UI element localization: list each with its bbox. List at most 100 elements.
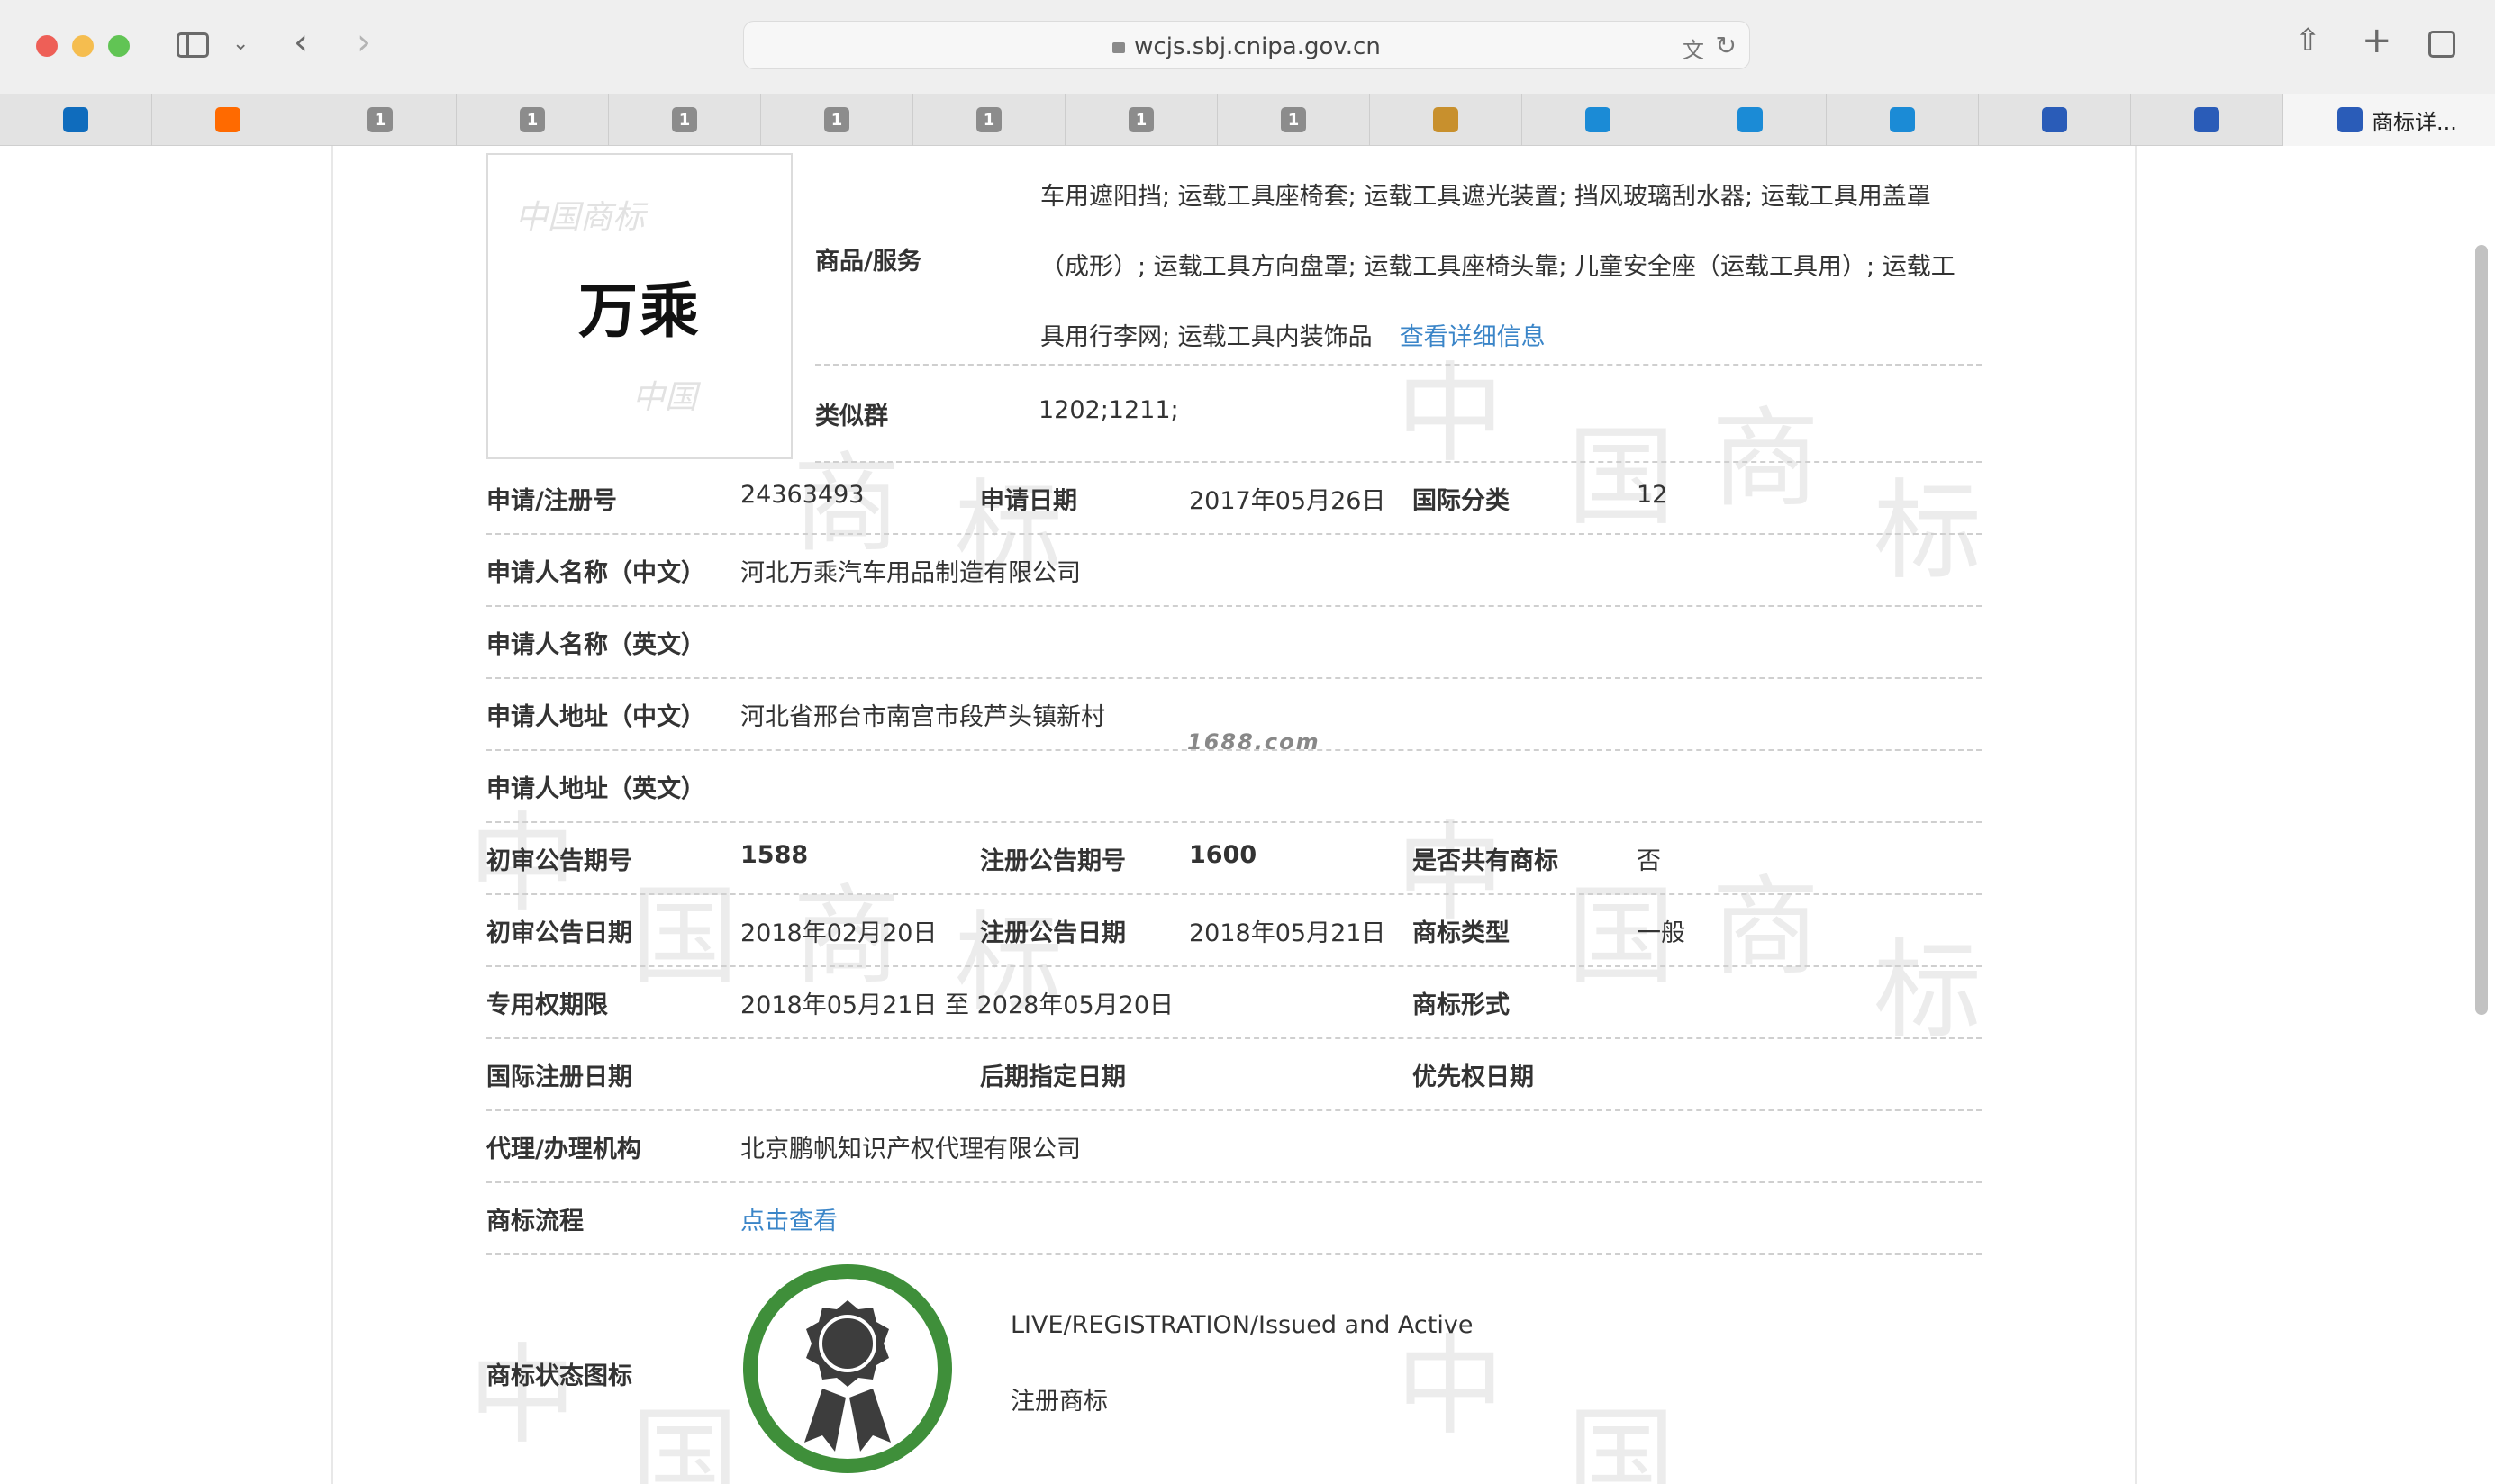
browser-tab[interactable]: 1 (1218, 94, 1370, 146)
reg-no-value: 24363493 (740, 481, 865, 509)
watermark-char: 商 (1711, 397, 1819, 522)
share-icon[interactable]: ⇧ (2295, 25, 2321, 56)
divider (815, 364, 1982, 366)
watermark-char: 国 (1567, 415, 1675, 540)
logo-watermark: 中国商标 (515, 199, 646, 236)
outlook-icon (63, 107, 88, 132)
edge-icon (1585, 107, 1610, 132)
similar-group-label: 类似群 (815, 403, 888, 430)
app-date-label: 申请日期 (980, 487, 1077, 515)
applicant-cn-label: 申请人名称（中文） (486, 559, 705, 587)
intl-class-label: 国际分类 (1412, 487, 1510, 515)
tab-strip: 1 1 1 1 1 1 1 商标详... (0, 94, 2495, 146)
number-one-icon: 1 (367, 107, 393, 132)
cnipa-icon (2042, 107, 2067, 132)
divider (486, 965, 1982, 967)
registered-badge-icon (743, 1264, 952, 1473)
browser-tab[interactable]: 1 (913, 94, 1066, 146)
browser-tab[interactable]: 1 (609, 94, 761, 146)
shared-label: 是否共有商标 (1412, 847, 1558, 875)
divider (486, 1109, 1982, 1111)
address-cn-label: 申请人地址（中文） (486, 703, 705, 731)
form-label: 商标形式 (1412, 991, 1510, 1019)
browser-tab[interactable] (1979, 94, 2131, 146)
number-one-icon: 1 (824, 107, 849, 132)
forward-icon[interactable]: › (357, 24, 371, 60)
goods-detail-link[interactable]: 查看详细信息 (1400, 323, 1546, 351)
priority-date-label: 优先权日期 (1412, 1063, 1534, 1091)
watermark-char: 标 (1874, 928, 1982, 1054)
reg-no-label: 申请/注册号 (486, 487, 617, 515)
back-icon[interactable]: ‹ (294, 24, 308, 60)
goods-text: 车用遮阳挡; 运载工具座椅套; 运载工具遮光装置; 挡风玻璃刮水器; 运载工具用… (1040, 162, 1968, 373)
zoom-window-button[interactable] (108, 35, 130, 57)
type-value: 一般 (1637, 919, 1685, 947)
goods-label: 商品/服务 (815, 248, 921, 276)
divider (815, 461, 1982, 463)
watermark-char: 标 (1874, 469, 1982, 594)
divider (486, 1037, 1982, 1039)
prelim-date-value: 2018年02月20日 (740, 919, 938, 947)
url-text: wcjs.sbj.cnipa.gov.cn (1134, 33, 1381, 60)
type-label: 商标类型 (1412, 919, 1510, 947)
later-date-label: 后期指定日期 (980, 1063, 1126, 1091)
browser-tab[interactable] (2131, 94, 2283, 146)
term-label: 专用权期限 (486, 991, 608, 1019)
divider (486, 605, 1982, 607)
new-tab-icon[interactable]: + (2362, 23, 2392, 59)
status-cn: 注册商标 (1011, 1388, 1108, 1416)
process-link[interactable]: 点击查看 (740, 1201, 838, 1236)
prelim-date-label: 初审公告日期 (486, 919, 632, 947)
address-cn-value: 河北省邢台市南宫市段芦头镇新村 (740, 703, 1105, 731)
translate-icon[interactable]: 文 (1683, 32, 1704, 64)
content-border-right (2135, 146, 2137, 1484)
tab-overview-icon[interactable] (2428, 31, 2455, 58)
browser-tab[interactable] (152, 94, 304, 146)
cnipa-icon (2194, 107, 2219, 132)
browser-tab[interactable] (1370, 94, 1522, 146)
app-date-value: 2017年05月26日 (1189, 487, 1386, 515)
trademark-image[interactable]: 中国商标 中国 万乘 (486, 153, 793, 459)
content-border-left (331, 146, 333, 1484)
logo-watermark: 中国 (632, 379, 698, 416)
browser-tab[interactable] (1674, 94, 1827, 146)
divider (486, 533, 1982, 535)
browser-tab[interactable]: 1 (761, 94, 913, 146)
lock-icon (1112, 42, 1126, 53)
applicant-en-label: 申请人名称（英文） (486, 631, 705, 659)
edge-icon (1737, 107, 1763, 132)
reload-icon[interactable]: ↻ (1716, 31, 1737, 60)
number-one-icon: 1 (1129, 107, 1154, 132)
minimize-window-button[interactable] (72, 35, 94, 57)
chevron-down-icon[interactable]: ⌄ (232, 29, 249, 59)
shared-value: 否 (1637, 847, 1661, 875)
sidebar-toggle-icon[interactable] (177, 32, 209, 58)
applicant-cn-value: 河北万乘汽车用品制造有限公司 (740, 559, 1081, 587)
browser-tab[interactable]: 商标详... (2283, 94, 2495, 146)
divider (486, 677, 1982, 679)
close-window-button[interactable] (36, 35, 58, 57)
browser-tab[interactable]: 1 (304, 94, 457, 146)
scrollbar-thumb[interactable] (2475, 245, 2488, 1015)
divider (486, 893, 1982, 895)
browser-tab[interactable] (1522, 94, 1674, 146)
browser-tab[interactable] (1827, 94, 1979, 146)
reg-pub-no-label: 注册公告期号 (980, 847, 1126, 875)
browser-tab[interactable] (0, 94, 152, 146)
number-one-icon: 1 (1281, 107, 1306, 132)
similar-group-value: 1202;1211; (1039, 396, 1179, 424)
trademark-logo-text: 万乘 (578, 276, 701, 346)
term-value: 2018年05月21日 至 2028年05月20日 (740, 991, 1175, 1019)
watermark-char: 商 (1711, 865, 1819, 991)
edge-icon (1890, 107, 1915, 132)
prelim-no-value: 1588 (740, 841, 809, 869)
reg-pub-date-value: 2018年05月21日 (1189, 919, 1386, 947)
divider (486, 821, 1982, 823)
browser-tab[interactable]: 1 (1066, 94, 1218, 146)
number-one-icon: 1 (520, 107, 545, 132)
status-en: LIVE/REGISTRATION/Issued and Active (1011, 1311, 1474, 1339)
intl-reg-date-label: 国际注册日期 (486, 1063, 632, 1091)
browser-tab[interactable]: 1 (457, 94, 609, 146)
browser-toolbar: ⌄ ‹ › wcjs.sbj.cnipa.gov.cn 文 ↻ ⇧ + (0, 0, 2495, 94)
address-bar[interactable]: wcjs.sbj.cnipa.gov.cn 文 ↻ (743, 21, 1750, 69)
